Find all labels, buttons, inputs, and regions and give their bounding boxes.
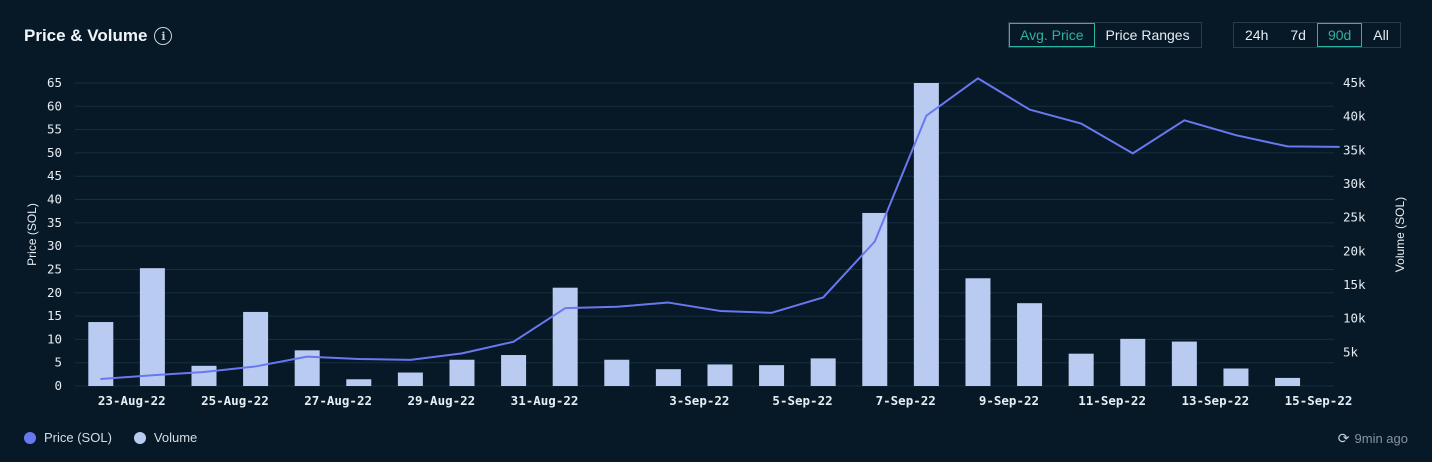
- x-tick-label: 23-Aug-22: [98, 393, 166, 408]
- y-tick-label: 35: [47, 215, 62, 230]
- price-point: [770, 312, 773, 314]
- x-tick-label: 9-Sep-22: [979, 393, 1039, 408]
- price-point: [1286, 145, 1289, 148]
- y-tick-label: 10: [47, 331, 62, 346]
- price-point: [1235, 134, 1237, 137]
- price-point: [512, 340, 515, 343]
- price-point: [564, 307, 566, 309]
- legend-volume-label: Volume: [153, 430, 198, 445]
- volume-bar: [655, 369, 681, 386]
- y-tick-label: 20: [47, 285, 62, 300]
- price-point: [925, 114, 928, 117]
- price-point: [822, 296, 824, 299]
- volume-bar: [243, 311, 269, 386]
- volume-bar: [191, 365, 217, 386]
- x-tick-label: 5-Sep-22: [772, 393, 832, 408]
- price-point: [409, 359, 412, 361]
- legend-item-price[interactable]: Price (SOL): [24, 430, 112, 445]
- price-point: [203, 371, 205, 373]
- price-point: [1183, 119, 1186, 122]
- y2-axis-title: Volume (SOL): [1393, 197, 1407, 272]
- volume-bar: [397, 372, 423, 386]
- volume-bar: [501, 355, 527, 386]
- last-updated: ⟳ 9min ago: [1338, 430, 1408, 447]
- volume-bar: [346, 379, 372, 386]
- volume-bar: [552, 287, 578, 386]
- price-point: [357, 358, 360, 360]
- y-tick-label: 60: [47, 98, 62, 113]
- price-point: [461, 352, 463, 355]
- y-tick-label: 45: [47, 168, 62, 183]
- x-tick-label: 15-Sep-22: [1285, 393, 1353, 408]
- legend-item-volume[interactable]: Volume: [133, 430, 198, 445]
- x-tick-label: 7-Sep-22: [876, 393, 936, 408]
- volume-legend-swatch: [133, 431, 146, 444]
- price-point: [1131, 152, 1134, 155]
- volume-bar: [759, 365, 785, 386]
- legend-price-label: Price (SOL): [44, 430, 112, 445]
- volume-bar: [88, 322, 114, 386]
- y-tick-label: 5: [54, 355, 62, 370]
- volume-bar: [1120, 338, 1146, 386]
- x-tick-label: 11-Sep-22: [1078, 393, 1146, 408]
- price-point: [99, 378, 102, 380]
- price-point: [615, 305, 618, 308]
- x-tick-label: 29-Aug-22: [407, 393, 475, 408]
- y-tick-label: 0: [54, 378, 62, 393]
- x-tick-label: 31-Aug-22: [511, 393, 579, 408]
- y-tick-label: 30: [47, 238, 62, 253]
- volume-bar: [139, 268, 165, 386]
- price-legend-swatch: [24, 431, 36, 444]
- y2-tick-label: 40k: [1343, 109, 1366, 124]
- price-point: [977, 77, 979, 80]
- volume-bar: [965, 278, 991, 386]
- volume-bar: [913, 83, 939, 386]
- price-volume-chart: 0 5 10 15 20 25 30 35 40 45 50 55 60 65 5k 10k 15k 20k 25k…: [25, 75, 1407, 408]
- price-point: [667, 301, 670, 304]
- x-tick-label: 13-Sep-22: [1181, 393, 1249, 408]
- volume-bar: [707, 364, 733, 386]
- chart-legend: Price (SOL) Volume: [24, 430, 211, 445]
- price-point: [873, 240, 876, 243]
- volume-bar: [810, 358, 836, 386]
- price-point: [1080, 122, 1082, 125]
- volume-bar: [1275, 377, 1301, 386]
- x-tick-label: 3-Sep-22: [669, 393, 729, 408]
- y-tick-label: 15: [47, 308, 62, 323]
- price-point: [1028, 108, 1031, 111]
- x-tick-label: 25-Aug-22: [201, 393, 269, 408]
- volume-bar: [1017, 303, 1043, 386]
- y-tick-label: 55: [47, 122, 62, 137]
- y2-tick-label: 35k: [1343, 142, 1366, 157]
- y-tick-label: 25: [47, 261, 62, 276]
- y2-tick-label: 10k: [1343, 311, 1366, 326]
- y-tick-label: 40: [47, 192, 62, 207]
- y2-tick-label: 25k: [1343, 210, 1366, 225]
- y2-tick-label: 30k: [1343, 176, 1366, 191]
- volume-bar: [449, 359, 475, 386]
- updated-text: 9min ago: [1354, 431, 1408, 446]
- refresh-clock-icon[interactable]: ⟳: [1338, 430, 1350, 447]
- volume-bar: [1223, 368, 1249, 386]
- volume-bar: [1171, 341, 1197, 386]
- price-point: [254, 365, 257, 368]
- price-point: [719, 310, 721, 312]
- x-tick-label: 27-Aug-22: [304, 393, 372, 408]
- y2-tick-label: 15k: [1343, 277, 1366, 292]
- y2-tick-label: 45k: [1343, 75, 1366, 90]
- price-point: [306, 355, 308, 358]
- price-point: [1338, 146, 1340, 148]
- price-point: [151, 374, 154, 377]
- volume-bar: [604, 359, 630, 386]
- y-tick-label: 50: [47, 145, 62, 160]
- y-tick-label: 65: [47, 75, 62, 90]
- y2-tick-label: 5k: [1343, 344, 1359, 359]
- y-axis-title: Price (SOL): [25, 203, 39, 266]
- y2-tick-label: 20k: [1343, 243, 1366, 258]
- volume-bar: [1068, 353, 1094, 386]
- price-line: [100, 77, 1340, 381]
